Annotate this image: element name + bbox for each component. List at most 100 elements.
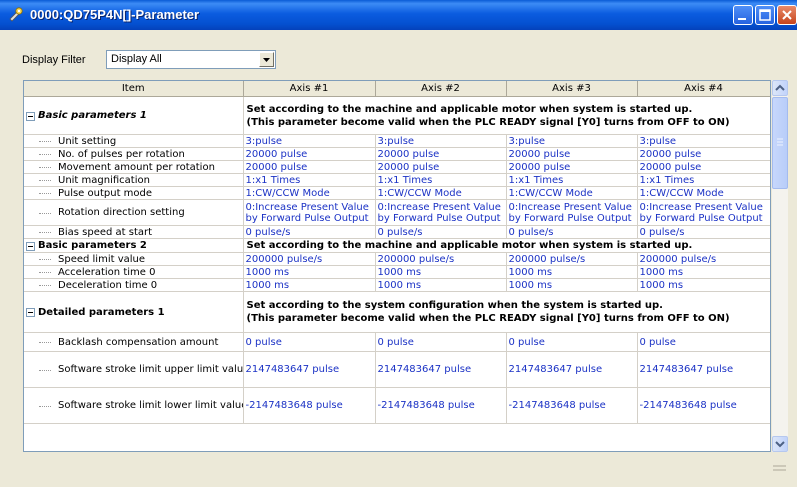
- cell-axis4[interactable]: 20000 pulse: [637, 160, 770, 174]
- cell-axis4[interactable]: -2147483648 pulse: [637, 387, 770, 424]
- cell-axis2[interactable]: 20000 pulse: [375, 147, 507, 161]
- cell-axis4[interactable]: 1000 ms: [637, 265, 770, 279]
- cell-axis1[interactable]: 1000 ms: [243, 265, 376, 279]
- collapse-icon[interactable]: [26, 308, 35, 317]
- cell-axis1[interactable]: 20000 pulse: [243, 147, 376, 161]
- cell-axis1[interactable]: 0 pulse: [243, 332, 376, 352]
- cell-axis1[interactable]: 3:pulse: [243, 134, 376, 148]
- column-header-axis4[interactable]: Axis #4: [637, 81, 770, 97]
- scroll-down-button[interactable]: [772, 436, 788, 452]
- column-header-item[interactable]: Item: [24, 81, 244, 97]
- table-row[interactable]: Backlash compensation amount 0 pulse 0 p…: [24, 332, 770, 352]
- cell-axis2[interactable]: 1:CW/CCW Mode: [375, 186, 507, 200]
- cell-axis1[interactable]: 20000 pulse: [243, 160, 376, 174]
- row-label: Acceleration time 0: [24, 265, 244, 279]
- table-row[interactable]: Unit setting 3:pulse 3:pulse 3:pulse 3:p…: [24, 134, 770, 148]
- column-header-axis2[interactable]: Axis #2: [375, 81, 507, 97]
- cell-axis1[interactable]: 0 pulse/s: [243, 225, 376, 239]
- group-basic-parameters-2[interactable]: Basic parameters 2: [24, 238, 244, 253]
- cell-axis4[interactable]: 1:x1 Times: [637, 173, 770, 187]
- cell-axis3[interactable]: 1000 ms: [506, 265, 638, 279]
- cell-axis3[interactable]: 200000 pulse/s: [506, 252, 638, 266]
- cell-axis2[interactable]: 0 pulse: [375, 332, 507, 352]
- cell-axis3[interactable]: 0 pulse/s: [506, 225, 638, 239]
- cell-axis3[interactable]: 20000 pulse: [506, 160, 638, 174]
- cell-axis1[interactable]: 1000 ms: [243, 278, 376, 292]
- window-title: 0000:QD75P4N[]-Parameter: [30, 7, 200, 22]
- cell-axis4[interactable]: 1:CW/CCW Mode: [637, 186, 770, 200]
- cell-axis4[interactable]: 20000 pulse: [637, 147, 770, 161]
- cell-axis1[interactable]: 1:x1 Times: [243, 173, 376, 187]
- chevron-down-icon: [775, 441, 785, 448]
- close-button[interactable]: [777, 5, 797, 25]
- cell-axis4[interactable]: 0:Increase Present Value by Forward Pulse…: [637, 199, 770, 226]
- minimize-button[interactable]: [733, 5, 753, 25]
- cell-axis4[interactable]: 200000 pulse/s: [637, 252, 770, 266]
- row-label: No. of pulses per rotation: [24, 147, 244, 161]
- cell-axis3[interactable]: -2147483648 pulse: [506, 387, 638, 424]
- cell-axis2[interactable]: 0:Increase Present Value by Forward Pulse…: [375, 199, 507, 226]
- cell-axis4[interactable]: 1000 ms: [637, 278, 770, 292]
- cell-axis2[interactable]: 0 pulse/s: [375, 225, 507, 239]
- column-header-axis3[interactable]: Axis #3: [506, 81, 638, 97]
- scroll-up-button[interactable]: [772, 80, 788, 96]
- cell-axis2[interactable]: 2147483647 pulse: [375, 351, 507, 388]
- table-row[interactable]: Deceleration time 0 1000 ms 1000 ms 1000…: [24, 278, 770, 292]
- group-row: Basic parameters 1 Set according to the …: [24, 96, 770, 135]
- collapse-icon[interactable]: [26, 241, 35, 251]
- cell-axis3[interactable]: 0:Increase Present Value by Forward Pulse…: [506, 199, 638, 226]
- cell-axis3[interactable]: 1:CW/CCW Mode: [506, 186, 638, 200]
- table-row[interactable]: Acceleration time 0 1000 ms 1000 ms 1000…: [24, 265, 770, 279]
- table-row[interactable]: Unit magnification 1:x1 Times 1:x1 Times…: [24, 173, 770, 187]
- group-basic-parameters-1[interactable]: Basic parameters 1: [24, 96, 244, 135]
- column-header-axis1[interactable]: Axis #1: [243, 81, 376, 97]
- cell-axis2[interactable]: 1000 ms: [375, 278, 507, 292]
- cell-axis2[interactable]: -2147483648 pulse: [375, 387, 507, 424]
- cell-axis3[interactable]: 1000 ms: [506, 278, 638, 292]
- cell-axis1[interactable]: 1:CW/CCW Mode: [243, 186, 376, 200]
- cell-axis3[interactable]: 20000 pulse: [506, 147, 638, 161]
- table-row[interactable]: Bias speed at start 0 pulse/s 0 pulse/s …: [24, 225, 770, 239]
- table-row[interactable]: Rotation direction setting 0:Increase Pr…: [24, 199, 770, 226]
- row-label: Movement amount per rotation: [24, 160, 244, 174]
- cell-axis4[interactable]: 3:pulse: [637, 134, 770, 148]
- cell-axis1[interactable]: 0:Increase Present Value by Forward Pulse…: [243, 199, 376, 226]
- table-row[interactable]: Software stroke limit lower limit value …: [24, 387, 770, 424]
- cell-axis4[interactable]: 2147483647 pulse: [637, 351, 770, 388]
- cell-axis2[interactable]: 1:x1 Times: [375, 173, 507, 187]
- title-bar[interactable]: 0000:QD75P4N[]-Parameter: [0, 0, 797, 30]
- cell-axis4[interactable]: 0 pulse: [637, 332, 770, 352]
- table-row[interactable]: Pulse output mode 1:CW/CCW Mode 1:CW/CCW…: [24, 186, 770, 200]
- maximize-button[interactable]: [755, 5, 775, 25]
- scroll-thumb[interactable]: [772, 97, 788, 189]
- cell-axis3[interactable]: 3:pulse: [506, 134, 638, 148]
- display-filter-select[interactable]: Display All: [106, 50, 276, 69]
- collapse-icon[interactable]: [26, 111, 35, 121]
- table-row[interactable]: Speed limit value 200000 pulse/s 200000 …: [24, 252, 770, 266]
- group-description: Set according to the system configuratio…: [243, 291, 770, 333]
- row-label: Rotation direction setting: [24, 199, 244, 226]
- cell-axis2[interactable]: 200000 pulse/s: [375, 252, 507, 266]
- cell-axis3[interactable]: 2147483647 pulse: [506, 351, 638, 388]
- cell-axis2[interactable]: 20000 pulse: [375, 160, 507, 174]
- table-row[interactable]: Movement amount per rotation 20000 pulse…: [24, 160, 770, 174]
- row-label: Unit magnification: [24, 173, 244, 187]
- cell-axis4[interactable]: 0 pulse/s: [637, 225, 770, 239]
- cell-axis1[interactable]: -2147483648 pulse: [243, 387, 376, 424]
- group-row: Basic parameters 2 Set according to the …: [24, 238, 770, 253]
- cell-axis3[interactable]: 0 pulse: [506, 332, 638, 352]
- cell-axis3[interactable]: 1:x1 Times: [506, 173, 638, 187]
- table-row[interactable]: Software stroke limit upper limit value …: [24, 351, 770, 388]
- cell-axis2[interactable]: 3:pulse: [375, 134, 507, 148]
- close-icon: [782, 10, 792, 20]
- dropdown-button[interactable]: [259, 52, 274, 67]
- row-label: Unit setting: [24, 134, 244, 148]
- table-row[interactable]: No. of pulses per rotation 20000 pulse 2…: [24, 147, 770, 161]
- group-detailed-parameters-1[interactable]: Detailed parameters 1: [24, 291, 244, 333]
- cell-axis1[interactable]: 200000 pulse/s: [243, 252, 376, 266]
- cell-axis2[interactable]: 1000 ms: [375, 265, 507, 279]
- parameter-grid: Item Axis #1 Axis #2 Axis #3 Axis #4 Bas…: [23, 80, 771, 452]
- cell-axis1[interactable]: 2147483647 pulse: [243, 351, 376, 388]
- resize-grip-icon[interactable]: [773, 464, 786, 473]
- vertical-scrollbar[interactable]: [771, 80, 788, 452]
